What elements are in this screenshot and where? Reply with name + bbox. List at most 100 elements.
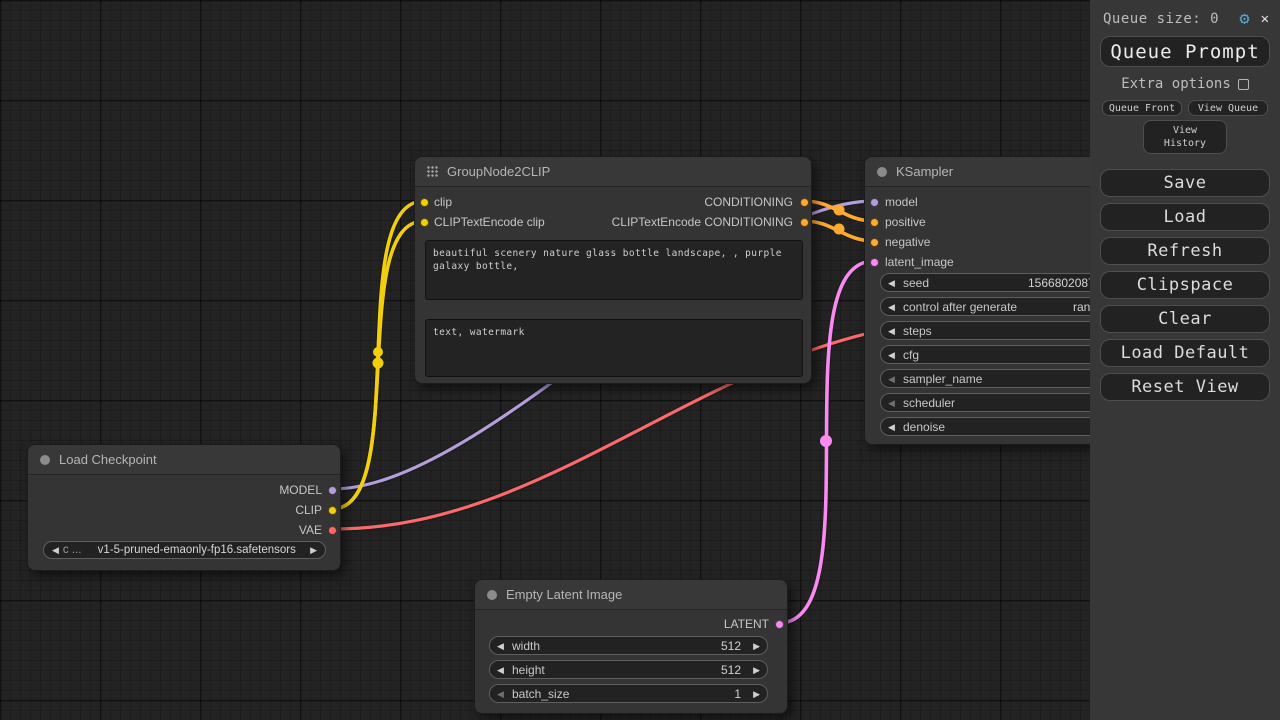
output-slot-model[interactable] (328, 486, 337, 495)
increment-icon[interactable]: ▶ (753, 663, 760, 677)
node-title-bar[interactable]: Load Checkpoint (28, 445, 340, 475)
comfy-menu-panel: Queue size: 0 ⚙ ✕ Queue Prompt Extra opt… (1090, 0, 1280, 720)
clipspace-button[interactable]: Clipspace (1100, 271, 1270, 299)
output-slot-conditioning[interactable] (800, 198, 809, 207)
output-slot-clip[interactable] (328, 506, 337, 515)
widget-width[interactable]: ◀ width 512 ▶ (489, 636, 768, 655)
node-title: GroupNode2CLIP (447, 164, 550, 179)
queue-size-label: Queue size: 0 (1103, 11, 1239, 27)
output-slot-vae[interactable] (328, 526, 337, 535)
decrement-icon[interactable]: ◀ (888, 372, 895, 386)
load-default-button[interactable]: Load Default (1100, 339, 1270, 367)
input-slot-model[interactable] (870, 198, 879, 207)
input-slot-label: model (885, 195, 918, 209)
slot-row: CLIP (28, 500, 340, 520)
widget-value: 1 (734, 687, 741, 701)
output-slot-latent[interactable] (775, 620, 784, 629)
node-title-bar[interactable]: GroupNode2CLIP (415, 157, 811, 187)
decrement-icon[interactable]: ◀ (497, 687, 504, 701)
output-slot-label: CLIPTextEncode CONDITIONING (612, 215, 793, 229)
clear-button[interactable]: Clear (1100, 305, 1270, 333)
queue-front-button[interactable]: Queue Front (1102, 100, 1182, 116)
node-graph-canvas[interactable]: GroupNode2CLIP clip CONDITIONING CLIPTex… (0, 0, 1280, 720)
increment-icon[interactable]: ▶ (753, 639, 760, 653)
save-button[interactable]: Save (1100, 169, 1270, 197)
decrement-icon[interactable]: ◀ (888, 300, 895, 314)
node-title: Load Checkpoint (59, 452, 157, 467)
widget-value: 512 (721, 663, 741, 677)
widget-ckpt-name[interactable]: ◀ c ... v1-5-pruned-emaonly-fp16.safeten… (43, 541, 326, 559)
collapse-dot-icon[interactable] (487, 590, 497, 600)
input-slot-label: positive (885, 215, 926, 229)
widget-height[interactable]: ◀ height 512 ▶ (489, 660, 768, 679)
input-slot-negative[interactable] (870, 238, 879, 247)
queue-mini-buttons: Queue Front View Queue (1102, 100, 1268, 116)
widget-label: width (512, 639, 540, 653)
widget-label: seed (903, 276, 929, 290)
positive-prompt-textarea[interactable]: beautiful scenery nature glass bottle la… (425, 240, 803, 300)
refresh-button[interactable]: Refresh (1100, 237, 1270, 265)
widget-batch-size[interactable]: ◀ batch_size 1 ▶ (489, 684, 768, 703)
node-groupnode2clip[interactable]: GroupNode2CLIP clip CONDITIONING CLIPTex… (414, 156, 812, 384)
output-slot-label: CONDITIONING (704, 195, 793, 209)
input-slot-clip[interactable] (420, 198, 429, 207)
decrement-icon[interactable]: ◀ (888, 348, 895, 362)
widget-label: steps (903, 324, 932, 338)
decrement-icon[interactable]: ◀ (888, 396, 895, 410)
increment-icon[interactable]: ▶ (753, 687, 760, 701)
queue-status-row: Queue size: 0 ⚙ ✕ (1103, 11, 1269, 27)
input-slot-label: CLIPTextEncode clip (434, 215, 545, 229)
load-button[interactable]: Load (1100, 203, 1270, 231)
settings-gear-icon[interactable]: ⚙ (1239, 12, 1249, 26)
input-slot-label: clip (434, 195, 452, 209)
output-slot-label: VAE (299, 523, 322, 537)
input-slot-label: latent_image (885, 255, 954, 269)
collapse-dot-icon[interactable] (877, 167, 887, 177)
input-slot-cliptextencode-clip[interactable] (420, 218, 429, 227)
view-queue-button[interactable]: View Queue (1188, 100, 1268, 116)
widget-label: cfg (903, 348, 919, 362)
widget-label: denoise (903, 420, 945, 434)
input-slot-latent-image[interactable] (870, 258, 879, 267)
extra-options-row: Extra options (1104, 76, 1266, 92)
next-option-icon[interactable]: ▶ (306, 545, 325, 556)
output-slot-label: CLIP (295, 503, 322, 517)
node-empty-latent-image[interactable]: Empty Latent Image LATENT ◀ width 512 ▶ … (474, 579, 788, 714)
menu-buttons: Save Load Refresh Clipspace Clear Load D… (1100, 169, 1270, 401)
widget-label: batch_size (512, 687, 569, 701)
group-drag-handle-icon[interactable] (427, 166, 438, 177)
slot-row: LATENT (475, 614, 787, 634)
node-title-bar[interactable]: Empty Latent Image (475, 580, 787, 610)
slot-row: clip CONDITIONING (415, 192, 811, 212)
widget-label: control after generate (903, 300, 1017, 314)
decrement-icon[interactable]: ◀ (497, 663, 504, 677)
input-slot-positive[interactable] (870, 218, 879, 227)
view-history-button[interactable]: View History (1143, 120, 1227, 154)
reset-view-button[interactable]: Reset View (1100, 373, 1270, 401)
input-slot-label: negative (885, 235, 930, 249)
output-slot-cliptextencode-conditioning[interactable] (800, 218, 809, 227)
decrement-icon[interactable]: ◀ (888, 420, 895, 434)
node-title: KSampler (896, 164, 953, 179)
node-load-checkpoint[interactable]: Load Checkpoint MODEL CLIP VAE ◀ c ... v… (27, 444, 341, 571)
decrement-icon[interactable]: ◀ (888, 276, 895, 290)
extra-options-checkbox[interactable] (1238, 79, 1249, 90)
output-slot-label: LATENT (724, 617, 769, 631)
widget-value: 512 (721, 639, 741, 653)
slot-row: VAE (28, 520, 340, 540)
close-icon[interactable]: ✕ (1261, 11, 1269, 27)
decrement-icon[interactable]: ◀ (888, 324, 895, 338)
collapse-dot-icon[interactable] (40, 455, 50, 465)
negative-prompt-textarea[interactable]: text, watermark (425, 319, 803, 377)
widget-label: scheduler (903, 396, 955, 410)
widget-label: sampler_name (903, 372, 982, 386)
widget-value: v1-5-pruned-emaonly-fp16.safetensors (87, 544, 306, 556)
widget-label: c ... (63, 544, 88, 556)
widget-label: height (512, 663, 545, 677)
slot-row: CLIPTextEncode clip CLIPTextEncode CONDI… (415, 212, 811, 232)
decrement-icon[interactable]: ◀ (497, 639, 504, 653)
queue-prompt-button[interactable]: Queue Prompt (1100, 36, 1270, 67)
previous-option-icon[interactable]: ◀ (44, 545, 63, 556)
node-title: Empty Latent Image (506, 587, 622, 602)
output-slot-label: MODEL (279, 483, 322, 497)
